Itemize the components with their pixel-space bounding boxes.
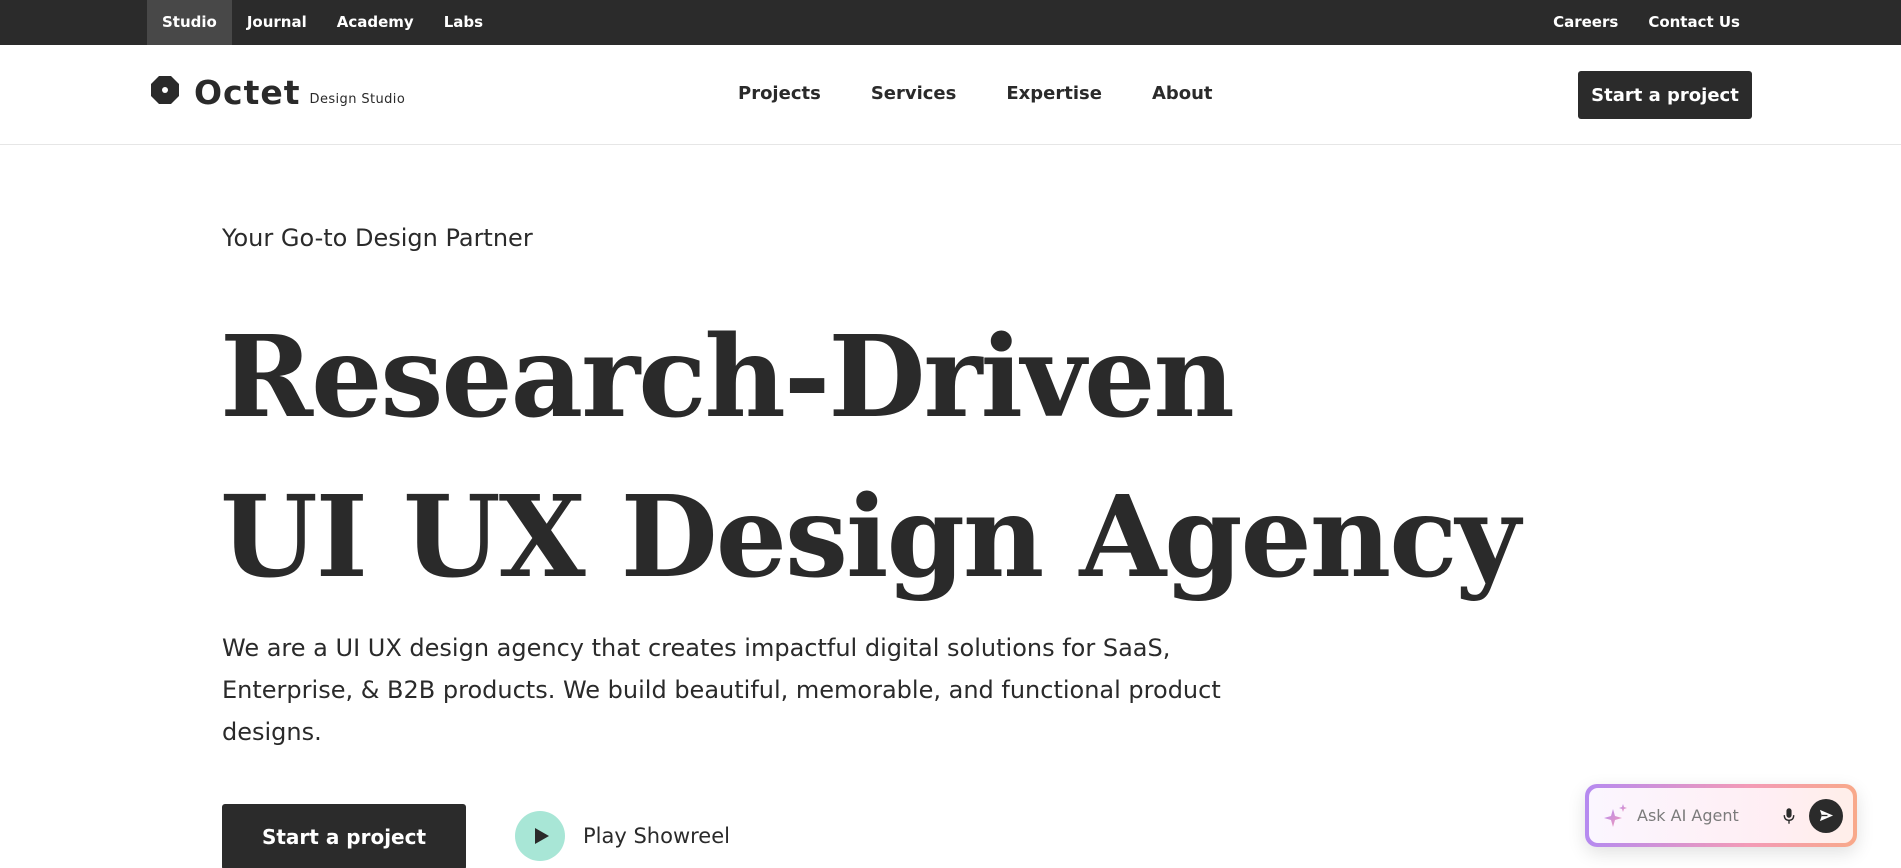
main-nav: Projects Services Expertise About	[738, 83, 1213, 104]
hero-eyebrow: Your Go-to Design Partner	[222, 224, 533, 252]
logo-text: Octet	[194, 73, 301, 112]
utility-bar: Studio Journal Academy Labs Careers Cont…	[0, 0, 1901, 45]
main-header: Octet Design Studio Projects Services Ex…	[0, 45, 1901, 145]
ai-agent-widget	[1585, 784, 1857, 847]
logo-subtitle: Design Studio	[309, 92, 406, 107]
hero-title: Research-Driven UI UX Design Agency	[220, 298, 1521, 618]
hero-start-project-button[interactable]: Start a project	[222, 804, 466, 868]
nav-projects[interactable]: Projects	[738, 83, 821, 104]
sparkle-icon	[1604, 803, 1627, 827]
nav-expertise[interactable]: Expertise	[1006, 83, 1102, 104]
utility-link-labs[interactable]: Labs	[429, 0, 498, 45]
hero-title-line-2: UI UX Design Agency	[220, 472, 1521, 603]
utility-link-careers[interactable]: Careers	[1553, 0, 1618, 45]
utility-nav-right: Careers Contact Us	[1553, 0, 1740, 45]
utility-link-journal[interactable]: Journal	[232, 0, 322, 45]
showreel-label: Play Showreel	[583, 824, 730, 848]
mic-icon[interactable]	[1777, 804, 1801, 828]
header-start-project-button[interactable]: Start a project	[1578, 71, 1752, 119]
octagon-logo-icon	[151, 76, 179, 104]
hero-title-line-1: Research-Driven	[220, 312, 1235, 443]
ai-agent-inner	[1589, 788, 1853, 843]
utility-link-studio[interactable]: Studio	[147, 0, 232, 45]
nav-about[interactable]: About	[1152, 83, 1213, 104]
send-icon[interactable]	[1809, 798, 1843, 833]
utility-link-academy[interactable]: Academy	[322, 0, 429, 45]
ai-agent-input[interactable]	[1637, 806, 1777, 825]
nav-services[interactable]: Services	[871, 83, 957, 104]
utility-nav-left: Studio Journal Academy Labs	[147, 0, 498, 45]
play-showreel-button[interactable]: Play Showreel	[515, 811, 730, 861]
logo[interactable]: Octet Design Studio	[150, 75, 405, 109]
play-icon	[515, 811, 565, 861]
hero-description: We are a UI UX design agency that create…	[222, 634, 1221, 746]
utility-link-contact-us[interactable]: Contact Us	[1648, 0, 1740, 45]
